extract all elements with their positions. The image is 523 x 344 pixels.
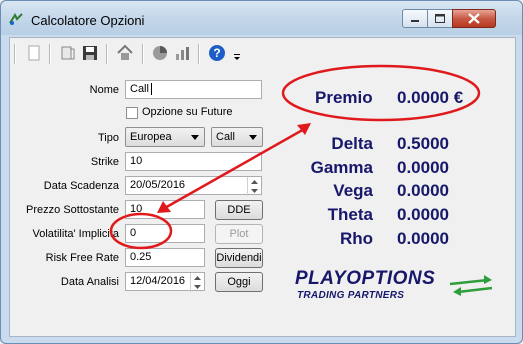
annotation-arrow-line xyxy=(162,126,307,211)
annotation-overlay xyxy=(109,64,481,250)
volatilita-annotation-ellipse xyxy=(109,212,173,250)
app-window: Calcolatore Opzioni ? Nome Call Opzione … xyxy=(0,0,523,344)
premio-annotation-ellipse xyxy=(281,64,481,122)
